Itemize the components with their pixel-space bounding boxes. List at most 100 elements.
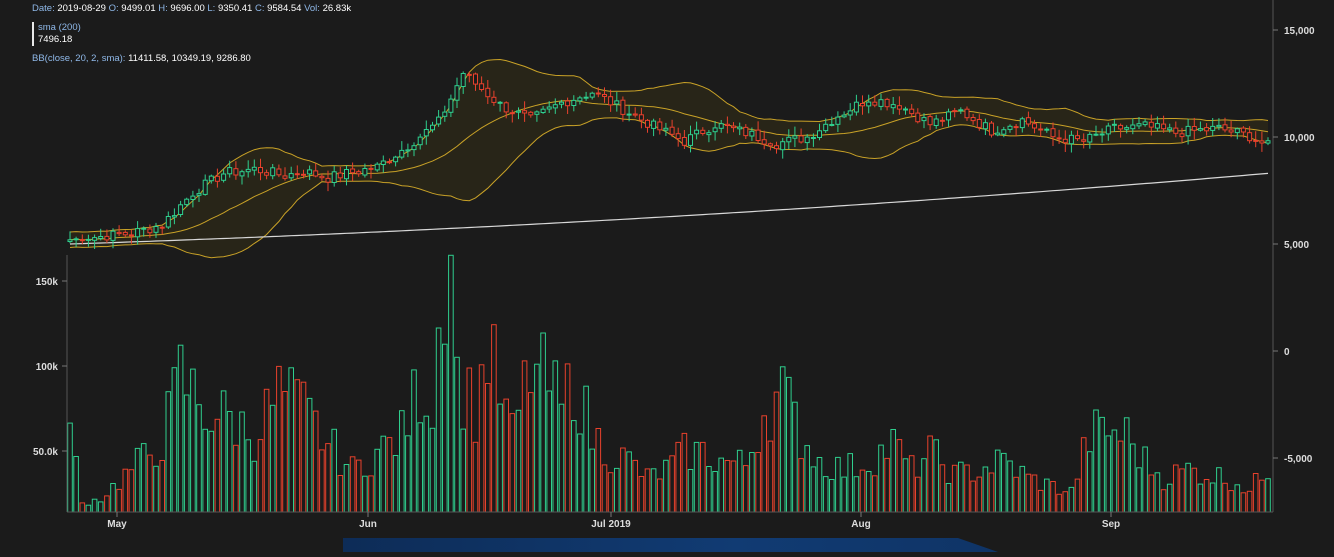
candle-body — [116, 231, 122, 235]
price-tick-label: 15,000 — [1284, 26, 1315, 37]
candle-body — [792, 135, 798, 139]
volume-bar — [337, 475, 344, 513]
candle-body — [835, 116, 841, 125]
volume-bar — [472, 441, 479, 513]
volume-bar — [564, 363, 571, 513]
chart-svg[interactable]: 15,000 10,000 5,000 0 -5,000 150k 100k 5… — [0, 0, 1334, 552]
candle-body — [829, 124, 835, 126]
volume-bar — [460, 428, 466, 513]
candle-body — [350, 168, 356, 174]
volume-bar — [1025, 473, 1032, 513]
candle-body — [485, 87, 491, 98]
candle-body — [503, 102, 509, 113]
volume-bar — [312, 410, 319, 513]
sma-legend[interactable]: sma (200) 7496.18 — [32, 22, 81, 46]
volume-bar — [749, 452, 755, 513]
candle-body — [436, 116, 442, 125]
volume-bar — [859, 469, 866, 513]
volume-bar — [429, 427, 436, 513]
candle-body — [245, 168, 251, 173]
candle-body — [1062, 138, 1068, 144]
volume-bar — [1265, 478, 1271, 513]
candle-body — [767, 143, 773, 147]
volume-bar — [1216, 467, 1222, 513]
volume-bar — [288, 367, 294, 513]
candle-body — [595, 92, 601, 95]
candle-body — [417, 136, 423, 146]
candle-body — [731, 125, 736, 129]
volume-bar — [958, 461, 964, 513]
volume-bar — [374, 448, 380, 513]
volume-bar — [454, 356, 460, 513]
date-value: 2019-08-29 — [57, 3, 106, 14]
volume-bar — [786, 376, 792, 513]
candle-body — [915, 112, 921, 123]
volume-bar — [1019, 465, 1026, 513]
candle-body — [1210, 125, 1216, 131]
volume-ticks: 150k 100k 50.0k — [33, 277, 67, 458]
volume-bar — [128, 469, 135, 513]
candle-body — [1019, 118, 1025, 129]
volume-bar — [792, 401, 798, 513]
volume-bar — [1087, 451, 1093, 513]
low-value: 9350.41 — [217, 3, 253, 14]
volume-bar — [1080, 437, 1087, 513]
candle-body — [337, 172, 343, 179]
candle-body — [1136, 123, 1142, 127]
candle — [399, 141, 405, 160]
volume-bar — [1154, 472, 1161, 513]
volume-bar — [767, 440, 774, 513]
candle-body — [301, 173, 306, 176]
time-tick-label: Jul 2019 — [591, 519, 631, 530]
volume-bar — [1185, 462, 1191, 513]
volume-bar — [1234, 484, 1241, 513]
candle-body — [331, 171, 337, 184]
candle-body — [620, 99, 626, 115]
open-value: 9499.01 — [121, 3, 156, 14]
volume-bar — [448, 254, 454, 513]
candle-body — [110, 230, 116, 241]
candle-body — [964, 108, 970, 119]
volume-bar — [896, 439, 903, 513]
candle-body — [196, 193, 202, 196]
candle-body — [1222, 124, 1228, 131]
candle-body — [1093, 133, 1099, 136]
high-value: 9696.00 — [170, 3, 205, 14]
candle-body — [724, 123, 730, 127]
volume-bar — [1056, 493, 1062, 513]
volume-bar — [276, 365, 282, 513]
bollinger-legend[interactable]: BB(close, 20, 2, sma): 11411.58, 10349.1… — [32, 53, 251, 64]
volume-bar — [988, 472, 995, 513]
candle-body — [380, 160, 386, 165]
chart-panel[interactable]: 15,000 10,000 5,000 0 -5,000 150k 100k 5… — [0, 0, 1334, 552]
candle-body — [208, 175, 214, 182]
candle-body — [1025, 117, 1031, 125]
candle-body — [1044, 128, 1050, 131]
price-tick-label: -5,000 — [1284, 454, 1313, 465]
candle-body — [559, 101, 564, 105]
candle-body — [989, 122, 994, 136]
candle-body — [153, 226, 159, 233]
time-ticks: May Jun Jul 2019 Aug Sep — [107, 512, 1120, 530]
volume-bar — [134, 447, 141, 513]
volume-bar — [208, 430, 215, 513]
volume-bars — [67, 254, 1271, 513]
volume-bar — [239, 411, 245, 513]
volume-bar — [1228, 490, 1234, 513]
candle-body — [294, 173, 300, 176]
volume-bar — [1130, 443, 1136, 513]
volume-bar — [380, 435, 387, 513]
volume-bar — [417, 422, 423, 513]
candle-body — [675, 133, 681, 140]
price-tick-label: 0 — [1284, 347, 1290, 358]
candle-body — [982, 122, 988, 130]
candle-body — [516, 110, 521, 113]
volume-tick-label: 150k — [36, 277, 59, 288]
volume-bar — [355, 459, 362, 513]
candle-body — [184, 198, 190, 206]
candle-body — [798, 135, 804, 143]
volume-bar — [282, 391, 288, 513]
candle-body — [1185, 125, 1191, 137]
volume-bar — [964, 464, 970, 513]
candle-body — [460, 73, 466, 87]
